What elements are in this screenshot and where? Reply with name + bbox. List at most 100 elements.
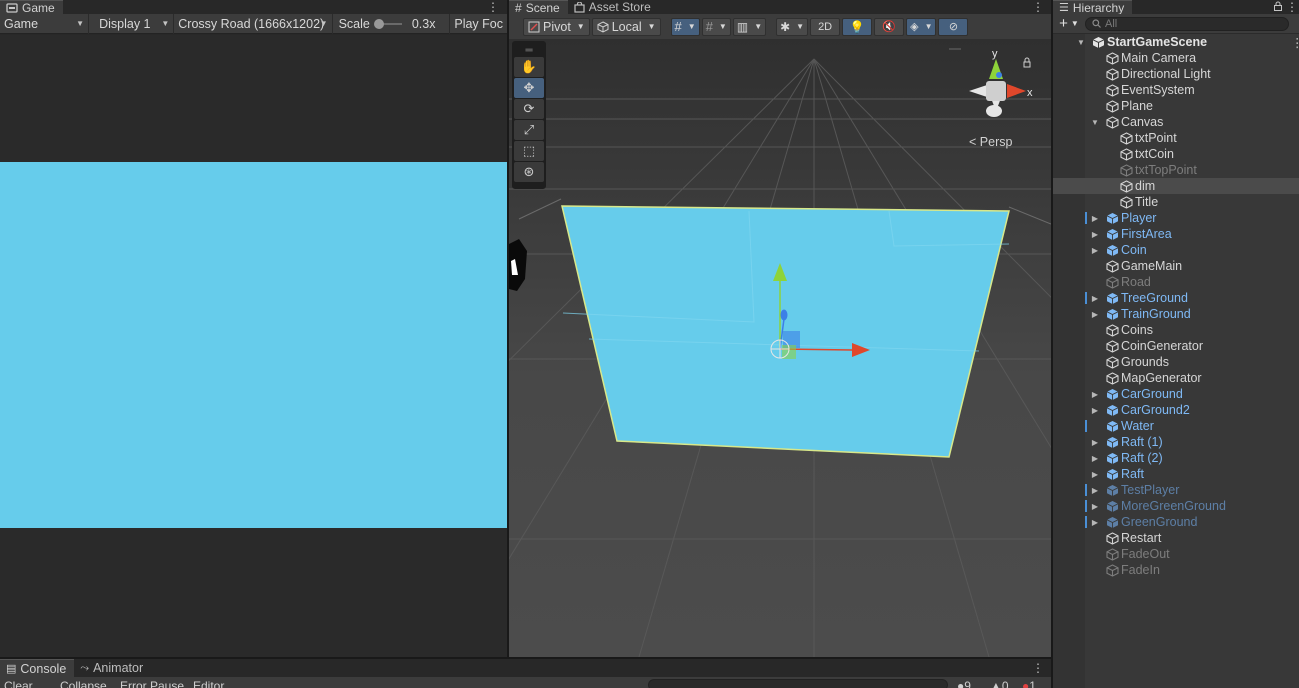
lock-icon[interactable] bbox=[1273, 1, 1283, 11]
tab-animator[interactable]: ⤳ Animator bbox=[74, 659, 152, 677]
hierarchy-item[interactable]: FadeOut bbox=[1053, 546, 1299, 562]
tab-console[interactable]: ▤ Console bbox=[0, 659, 75, 677]
hierarchy-item[interactable]: Water bbox=[1053, 418, 1299, 434]
clear-button[interactable]: Clear bbox=[4, 679, 33, 688]
editor-dropdown[interactable]: Editor bbox=[193, 679, 224, 688]
search-placeholder: All bbox=[1105, 17, 1118, 30]
foldout-expanded-icon[interactable]: ▼ bbox=[1090, 114, 1100, 130]
error-pause-button[interactable]: Error Pause bbox=[120, 679, 184, 688]
console-search-input[interactable] bbox=[648, 679, 948, 688]
hierarchy-item[interactable]: CoinGenerator bbox=[1053, 338, 1299, 354]
hierarchy-item[interactable]: ▶ FirstArea bbox=[1053, 226, 1299, 242]
console-menu-icon[interactable]: ⋮ bbox=[1032, 661, 1044, 675]
lighting-toggle[interactable]: 💡 bbox=[842, 17, 873, 36]
tab-game[interactable]: Game bbox=[0, 0, 63, 15]
info-count-badge[interactable]: ●9 bbox=[957, 679, 971, 688]
tab-hierarchy[interactable]: ☰ Hierarchy bbox=[1053, 0, 1133, 15]
tab-scene[interactable]: # Scene bbox=[509, 0, 568, 15]
scale-slider-knob[interactable] bbox=[373, 18, 384, 29]
tab-asset-store[interactable]: Asset Store bbox=[567, 0, 659, 14]
resolution-dropdown[interactable]: Crossy Road (1666x1202) ▼ bbox=[174, 13, 333, 34]
hierarchy-item[interactable]: Road bbox=[1053, 274, 1299, 290]
error-count-badge[interactable]: ●1 bbox=[1022, 679, 1036, 688]
hierarchy-item[interactable]: ▶ TreeGround bbox=[1053, 290, 1299, 306]
hierarchy-item[interactable]: Restart bbox=[1053, 530, 1299, 546]
hierarchy-item[interactable]: ▶ Raft (2) bbox=[1053, 450, 1299, 466]
draw-mode-dropdown[interactable]: ✱ ▼ bbox=[776, 17, 809, 36]
game-view-dropdown[interactable]: Game ▼ bbox=[0, 13, 90, 34]
snap-increment-toggle[interactable]: # ▼ bbox=[701, 17, 731, 36]
hierarchy-item[interactable]: ▶ CarGround2 bbox=[1053, 402, 1299, 418]
foldout-collapsed-icon[interactable]: ▶ bbox=[1090, 402, 1100, 418]
display-dropdown[interactable]: Display 1 ▼ bbox=[89, 13, 175, 34]
hierarchy-item[interactable]: ▶ CarGround bbox=[1053, 386, 1299, 402]
grid-visibility-toggle[interactable]: ▥ ▼ bbox=[732, 17, 767, 36]
projection-toggle[interactable]: < Persp bbox=[969, 135, 1012, 149]
hierarchy-item[interactable]: ▶ MoreGreenGround bbox=[1053, 498, 1299, 514]
hierarchy-search-input[interactable]: All bbox=[1085, 16, 1289, 31]
hidden-objects-toggle[interactable]: ⊘ bbox=[938, 17, 969, 36]
pivot-dropdown[interactable]: Pivot ▼ bbox=[523, 17, 590, 36]
scene-viewport[interactable]: y x ═ ✋ ✥ ⟳ ⤢ ⬚ ⊛ < Persp bbox=[509, 39, 1051, 657]
foldout-expanded-icon[interactable]: ▼ bbox=[1076, 34, 1086, 50]
hierarchy-item[interactable]: ▶ Coin bbox=[1053, 242, 1299, 258]
hierarchy-item[interactable]: GameMain bbox=[1053, 258, 1299, 274]
move-tool-button[interactable]: ✥ bbox=[514, 78, 544, 98]
hierarchy-item[interactable]: Directional Light bbox=[1053, 66, 1299, 82]
hierarchy-item[interactable]: ▶ Player bbox=[1053, 210, 1299, 226]
hierarchy-item[interactable]: Plane bbox=[1053, 98, 1299, 114]
hierarchy-item[interactable]: dim bbox=[1053, 178, 1299, 194]
rect-tool-button[interactable]: ⬚ bbox=[514, 141, 544, 161]
create-button[interactable]: + ▼ bbox=[1053, 15, 1085, 32]
foldout-collapsed-icon[interactable]: ▶ bbox=[1090, 210, 1100, 226]
transform-tool-button[interactable]: ⊛ bbox=[514, 162, 544, 182]
foldout-collapsed-icon[interactable]: ▶ bbox=[1090, 466, 1100, 482]
foldout-collapsed-icon[interactable]: ▶ bbox=[1090, 290, 1100, 306]
hierarchy-item[interactable]: Grounds bbox=[1053, 354, 1299, 370]
hierarchy-item[interactable]: txtTopPoint bbox=[1053, 162, 1299, 178]
drag-handle-icon[interactable]: ═ bbox=[514, 44, 544, 56]
effects-dropdown[interactable]: ◈ ▼ bbox=[906, 17, 937, 36]
hierarchy-item[interactable]: Coins bbox=[1053, 322, 1299, 338]
foldout-collapsed-icon[interactable]: ▶ bbox=[1090, 242, 1100, 258]
play-focused-dropdown[interactable]: Play Foc bbox=[450, 14, 507, 34]
audio-toggle[interactable]: 🔇 bbox=[874, 17, 905, 36]
foldout-collapsed-icon[interactable]: ▶ bbox=[1090, 514, 1100, 530]
scene-menu-icon[interactable]: ⋮ bbox=[1032, 0, 1044, 14]
hand-tool-button[interactable]: ✋ bbox=[514, 57, 544, 77]
scene-menu-icon[interactable]: ⋮ bbox=[1291, 35, 1299, 50]
mode-2d-toggle[interactable]: 2D bbox=[810, 17, 841, 36]
scene-tabbar: # Scene Asset Store bbox=[509, 0, 1051, 15]
hierarchy-scene-row[interactable]: ▼ StartGameScene ⋮ bbox=[1053, 34, 1299, 50]
hierarchy-item[interactable]: FadeIn bbox=[1053, 562, 1299, 578]
hierarchy-item[interactable]: ▼ Canvas bbox=[1053, 114, 1299, 130]
warning-count-badge[interactable]: ▲0 bbox=[990, 679, 1009, 688]
hierarchy-item[interactable]: Title bbox=[1053, 194, 1299, 210]
hierarchy-item[interactable]: ▶ GreenGround bbox=[1053, 514, 1299, 530]
hierarchy-item[interactable]: ▶ Raft (1) bbox=[1053, 434, 1299, 450]
hierarchy-item[interactable]: EventSystem bbox=[1053, 82, 1299, 98]
foldout-collapsed-icon[interactable]: ▶ bbox=[1090, 434, 1100, 450]
hierarchy-item[interactable]: Main Camera bbox=[1053, 50, 1299, 66]
foldout-collapsed-icon[interactable]: ▶ bbox=[1090, 226, 1100, 242]
hierarchy-item[interactable]: ▶ TrainGround bbox=[1053, 306, 1299, 322]
game-viewport[interactable] bbox=[0, 35, 507, 657]
hierarchy-item[interactable]: txtPoint bbox=[1053, 130, 1299, 146]
local-dropdown[interactable]: Local ▼ bbox=[591, 17, 661, 36]
foldout-collapsed-icon[interactable]: ▶ bbox=[1090, 482, 1100, 498]
hierarchy-item[interactable]: ▶ TestPlayer bbox=[1053, 482, 1299, 498]
grid-snap-toggle[interactable]: # ▼ bbox=[670, 17, 700, 36]
foldout-collapsed-icon[interactable]: ▶ bbox=[1090, 450, 1100, 466]
foldout-collapsed-icon[interactable]: ▶ bbox=[1090, 306, 1100, 322]
hierarchy-item[interactable]: MapGenerator bbox=[1053, 370, 1299, 386]
rotate-tool-button[interactable]: ⟳ bbox=[514, 99, 544, 119]
scale-slider[interactable] bbox=[373, 18, 402, 29]
foldout-collapsed-icon[interactable]: ▶ bbox=[1090, 498, 1100, 514]
game-menu-icon[interactable]: ⋮ bbox=[487, 0, 499, 14]
hierarchy-item[interactable]: txtCoin bbox=[1053, 146, 1299, 162]
collapse-button[interactable]: Collapse bbox=[60, 679, 107, 688]
hierarchy-item[interactable]: ▶ Raft bbox=[1053, 466, 1299, 482]
hierarchy-menu-icon[interactable]: ⋮ bbox=[1286, 0, 1298, 14]
foldout-collapsed-icon[interactable]: ▶ bbox=[1090, 386, 1100, 402]
scale-tool-button[interactable]: ⤢ bbox=[514, 120, 544, 140]
